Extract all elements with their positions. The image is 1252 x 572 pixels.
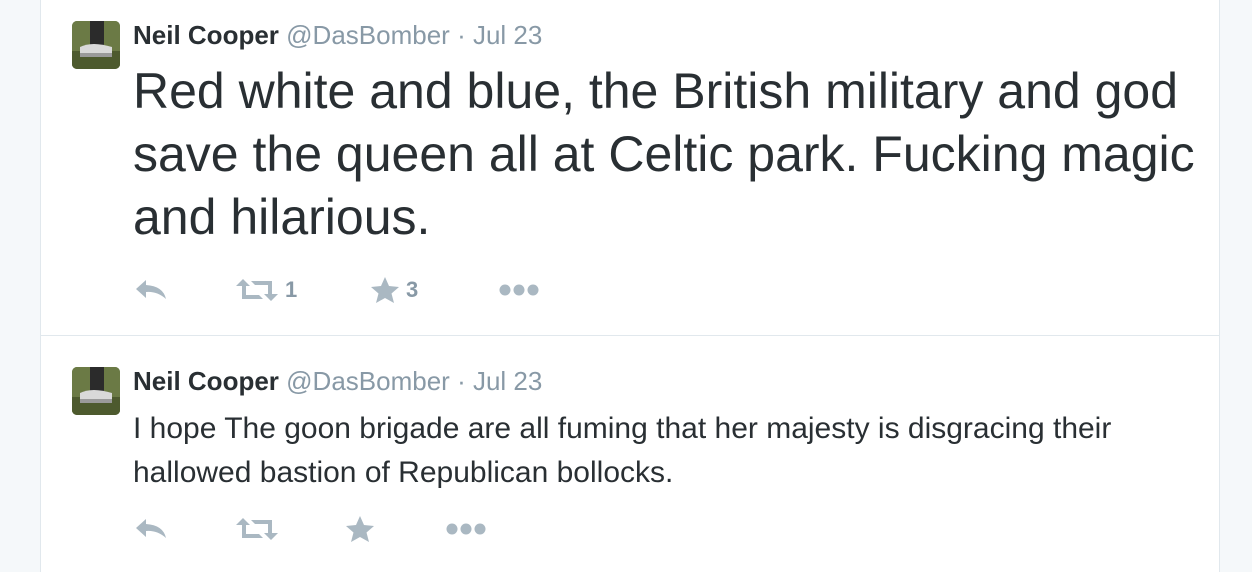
tweet[interactable]: Neil Cooper @DasBomber · Jul 23 Red whit… bbox=[41, 0, 1219, 336]
avatar[interactable] bbox=[72, 367, 120, 415]
reply-icon bbox=[136, 280, 166, 299]
author-username[interactable]: @DasBomber bbox=[286, 366, 450, 396]
retweet-icon bbox=[236, 279, 278, 301]
reply-icon bbox=[136, 519, 166, 538]
tweet-timestamp[interactable]: Jul 23 bbox=[473, 20, 542, 50]
author-fullname[interactable]: Neil Cooper bbox=[133, 20, 279, 50]
header-separator: · bbox=[457, 20, 466, 50]
author-fullname[interactable]: Neil Cooper bbox=[133, 366, 279, 396]
tweet-header: Neil Cooper @DasBomber · Jul 23 bbox=[133, 366, 542, 396]
tweet-timestamp[interactable]: Jul 23 bbox=[473, 366, 542, 396]
tweet-text: I hope The goon brigade are all fuming t… bbox=[133, 412, 1112, 489]
retweet-icon bbox=[236, 518, 278, 540]
reply-button[interactable] bbox=[133, 511, 169, 547]
more-icon bbox=[446, 523, 486, 535]
favorite-button[interactable] bbox=[345, 511, 375, 547]
favorite-icon bbox=[346, 516, 374, 542]
tweet-actions: 1 3 bbox=[133, 272, 733, 308]
favorite-count: 3 bbox=[406, 277, 419, 302]
header-separator: · bbox=[457, 366, 466, 396]
favorite-icon bbox=[371, 277, 399, 303]
retweet-count: 1 bbox=[285, 277, 298, 302]
timeline: Neil Cooper @DasBomber · Jul 23 Red whit… bbox=[40, 0, 1220, 572]
favorite-button[interactable]: 3 bbox=[370, 272, 418, 308]
retweet-button[interactable] bbox=[235, 511, 279, 547]
more-button[interactable] bbox=[498, 272, 540, 308]
retweet-button[interactable]: 1 bbox=[235, 272, 297, 308]
avatar[interactable] bbox=[72, 21, 120, 69]
tweet-header: Neil Cooper @DasBomber · Jul 23 bbox=[133, 20, 542, 50]
tweet-text: Red white and blue, the British military… bbox=[133, 63, 1195, 245]
more-button[interactable] bbox=[445, 511, 487, 547]
more-icon bbox=[499, 284, 539, 296]
author-username[interactable]: @DasBomber bbox=[286, 20, 450, 50]
reply-button[interactable] bbox=[133, 272, 169, 308]
tweet[interactable]: Neil Cooper @DasBomber · Jul 23 I hope T… bbox=[41, 336, 1219, 572]
tweet-actions bbox=[133, 511, 733, 547]
